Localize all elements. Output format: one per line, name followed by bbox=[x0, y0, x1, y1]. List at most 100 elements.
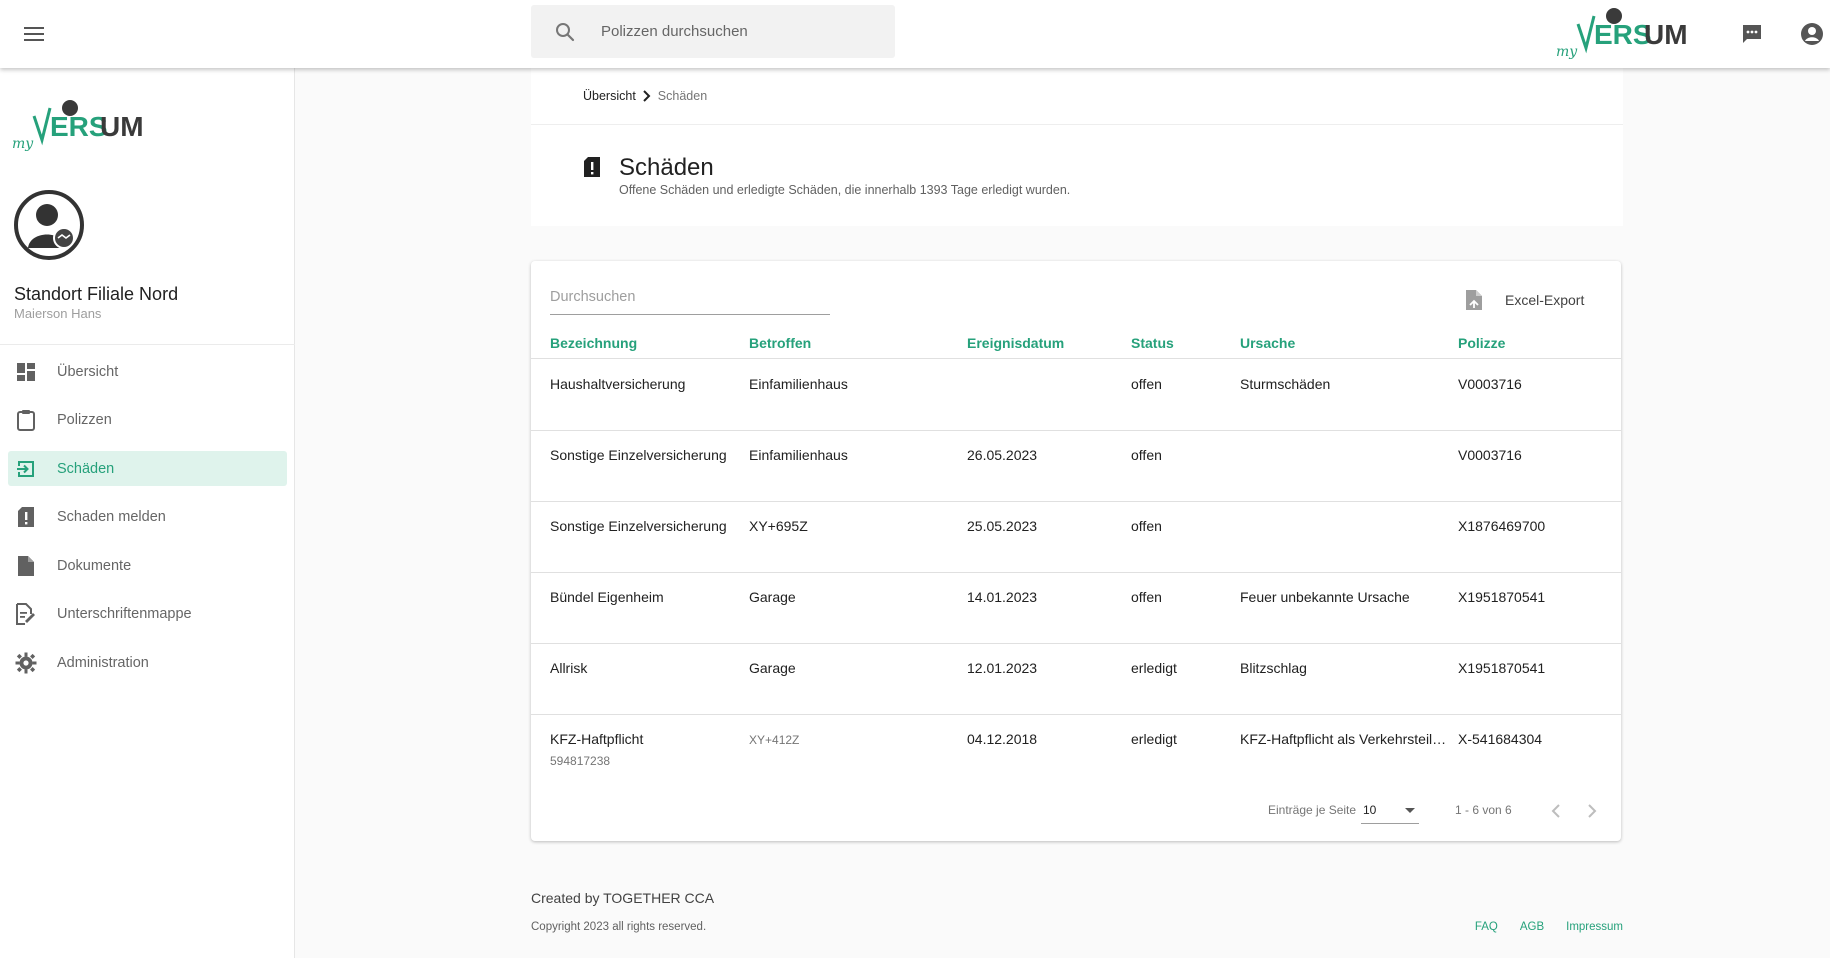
cell-status: offen bbox=[1131, 447, 1162, 463]
footer-created-by: Created by TOGETHER CCA bbox=[531, 890, 715, 906]
cell-bezeichnung: Bündel Eigenheim bbox=[550, 589, 664, 605]
top-app-bar: my ERS UM bbox=[0, 0, 1830, 68]
breadcrumb: Übersicht Schäden bbox=[583, 89, 707, 103]
cell-polizze: X1951870541 bbox=[1458, 660, 1546, 676]
sidebar-item-polizzen[interactable]: Polizzen bbox=[8, 403, 287, 438]
sidebar-item-label: Administration bbox=[57, 654, 149, 671]
cell-status: offen bbox=[1131, 518, 1162, 534]
account-icon[interactable] bbox=[1796, 18, 1828, 50]
cell-betroffen: XY+412Z bbox=[749, 733, 800, 747]
sidebar-nav: Übersicht Polizzen Schäden Schaden melde… bbox=[0, 354, 295, 694]
exit-to-app-icon bbox=[15, 458, 37, 480]
cell-ursache: KFZ-Haftpflicht als Verkehrsteilnehmer bbox=[1240, 731, 1451, 747]
avatar bbox=[14, 190, 84, 260]
cell-betroffen: Garage bbox=[749, 589, 796, 605]
page-size-select[interactable]: 10 bbox=[1361, 798, 1419, 824]
column-header-status[interactable]: Status bbox=[1131, 335, 1231, 351]
user-name: Standort Filiale Nord bbox=[14, 284, 179, 304]
cell-ursache: Blitzschlag bbox=[1240, 660, 1307, 676]
sidebar-item-uebersicht[interactable]: Übersicht bbox=[8, 354, 287, 389]
cell-polizze: X-541684304 bbox=[1458, 731, 1543, 747]
table-row[interactable]: Sonstige Einzelversicherung Einfamilienh… bbox=[531, 431, 1621, 502]
previous-page-button[interactable] bbox=[1545, 800, 1567, 822]
cell-polizze: V0003716 bbox=[1458, 376, 1522, 392]
sidebar-item-dokumente[interactable]: Dokumente bbox=[8, 548, 287, 583]
sidebar-divider bbox=[0, 344, 295, 345]
policy-search-box bbox=[531, 5, 895, 58]
cell-ereignisdatum: 04.12.2018 bbox=[967, 731, 1038, 747]
cell-polizze: X1951870541 bbox=[1458, 589, 1546, 605]
excel-export-label: Excel-Export bbox=[1505, 292, 1585, 308]
sidebar-item-unterschriftenmappe[interactable]: Unterschriftenmappe bbox=[8, 597, 287, 632]
sidebar-brand-logo: my ERS UM bbox=[12, 96, 154, 156]
user-subtitle: Maierson Hans bbox=[14, 306, 102, 321]
page-size-value: 10 bbox=[1363, 803, 1377, 817]
table-row[interactable]: KFZ-Haftpflicht 594817238 XY+412Z 04.12.… bbox=[531, 715, 1621, 786]
cell-bezeichnung-sub: 594817238 bbox=[550, 754, 611, 768]
breadcrumb-home-link[interactable]: Übersicht bbox=[583, 89, 636, 103]
search-icon bbox=[551, 18, 579, 46]
svg-text:ERS: ERS bbox=[50, 111, 108, 142]
chevron-right-icon bbox=[642, 90, 652, 102]
cell-ursache: Sturmschäden bbox=[1240, 376, 1331, 392]
cell-status: erledigt bbox=[1131, 660, 1177, 676]
sidebar-item-schaeden[interactable]: Schäden bbox=[8, 451, 287, 486]
breadcrumb-current: Schäden bbox=[657, 89, 708, 103]
cell-bezeichnung: Allrisk bbox=[550, 660, 588, 676]
footer-link-impressum[interactable]: Impressum bbox=[1566, 921, 1623, 933]
excel-export-button[interactable]: Excel-Export bbox=[1463, 285, 1584, 315]
column-header-polizze[interactable]: Polizze bbox=[1458, 335, 1608, 351]
chat-icon[interactable] bbox=[1736, 18, 1768, 50]
paginator: Einträge je Seite 10 1 - 6 von 6 bbox=[531, 796, 1621, 826]
clipboard-icon bbox=[15, 409, 37, 431]
file-export-icon bbox=[1463, 288, 1485, 312]
page-title: Schäden bbox=[619, 154, 714, 181]
cell-status: erledigt bbox=[1131, 731, 1177, 747]
table-filter-input[interactable] bbox=[550, 283, 830, 311]
cell-status: offen bbox=[1131, 589, 1162, 605]
sidebar-item-label: Schäden bbox=[57, 460, 115, 477]
table-row[interactable]: Bündel Eigenheim Garage 14.01.2023 offen… bbox=[531, 573, 1621, 644]
sidebar-item-label: Polizzen bbox=[57, 412, 112, 428]
sidebar: my ERS UM Standort Filiale Nord Maierson… bbox=[0, 68, 295, 958]
table-header-row: Bezeichnung Betroffen Ereignisdatum Stat… bbox=[531, 333, 1621, 359]
column-header-bezeichnung[interactable]: Bezeichnung bbox=[550, 335, 740, 351]
gear-icon bbox=[15, 652, 37, 674]
page-size-label: Einträge je Seite bbox=[1268, 803, 1357, 817]
brand-logo[interactable]: my ERS UM bbox=[1556, 4, 1698, 64]
svg-text:my: my bbox=[12, 136, 34, 152]
cell-bezeichnung: Haushaltversicherung bbox=[550, 376, 686, 392]
cell-ereignisdatum: 12.01.2023 bbox=[967, 660, 1038, 676]
table-row[interactable]: Haushaltversicherung Einfamilienhaus off… bbox=[531, 360, 1621, 431]
column-header-ursache[interactable]: Ursache bbox=[1240, 335, 1451, 351]
table-row[interactable]: Sonstige Einzelversicherung XY+695Z 25.0… bbox=[531, 502, 1621, 573]
cell-betroffen: Einfamilienhaus bbox=[749, 447, 848, 463]
document-icon bbox=[15, 555, 37, 577]
sidebar-item-label: Schaden melden bbox=[57, 509, 166, 525]
sidebar-item-label: Übersicht bbox=[57, 363, 119, 380]
table-row[interactable]: Allrisk Garage 12.01.2023 erledigt Blitz… bbox=[531, 644, 1621, 715]
sidebar-item-schaden-melden[interactable]: Schaden melden bbox=[8, 500, 287, 535]
footer-link-faq[interactable]: FAQ bbox=[1475, 921, 1498, 933]
sidebar-item-label: Unterschriftenmappe bbox=[57, 606, 192, 622]
footer-link-agb[interactable]: AGB bbox=[1520, 921, 1544, 933]
svg-text:ERS: ERS bbox=[1594, 19, 1652, 50]
column-header-betroffen[interactable]: Betroffen bbox=[749, 335, 959, 351]
cell-betroffen: Einfamilienhaus bbox=[749, 376, 848, 392]
report-icon bbox=[583, 156, 605, 180]
table-filter bbox=[550, 283, 830, 315]
svg-text:UM: UM bbox=[100, 111, 144, 142]
footer-copyright: Copyright 2023 all rights reserved. bbox=[531, 921, 707, 933]
report-icon bbox=[15, 506, 37, 528]
column-header-ereignisdatum[interactable]: Ereignisdatum bbox=[967, 335, 1122, 351]
next-page-button[interactable] bbox=[1581, 800, 1603, 822]
menu-icon[interactable] bbox=[14, 14, 54, 54]
cell-bezeichnung: Sonstige Einzelversicherung bbox=[550, 447, 727, 463]
cell-betroffen: XY+695Z bbox=[749, 518, 808, 534]
svg-text:my: my bbox=[1556, 44, 1578, 60]
policy-search-input[interactable] bbox=[601, 23, 881, 40]
sidebar-item-administration[interactable]: Administration bbox=[8, 645, 287, 680]
cell-ereignisdatum: 14.01.2023 bbox=[967, 589, 1038, 605]
page-subtitle: Offene Schäden und erledigte Schäden, di… bbox=[619, 183, 1071, 197]
cell-bezeichnung: KFZ-Haftpflicht bbox=[550, 731, 644, 747]
